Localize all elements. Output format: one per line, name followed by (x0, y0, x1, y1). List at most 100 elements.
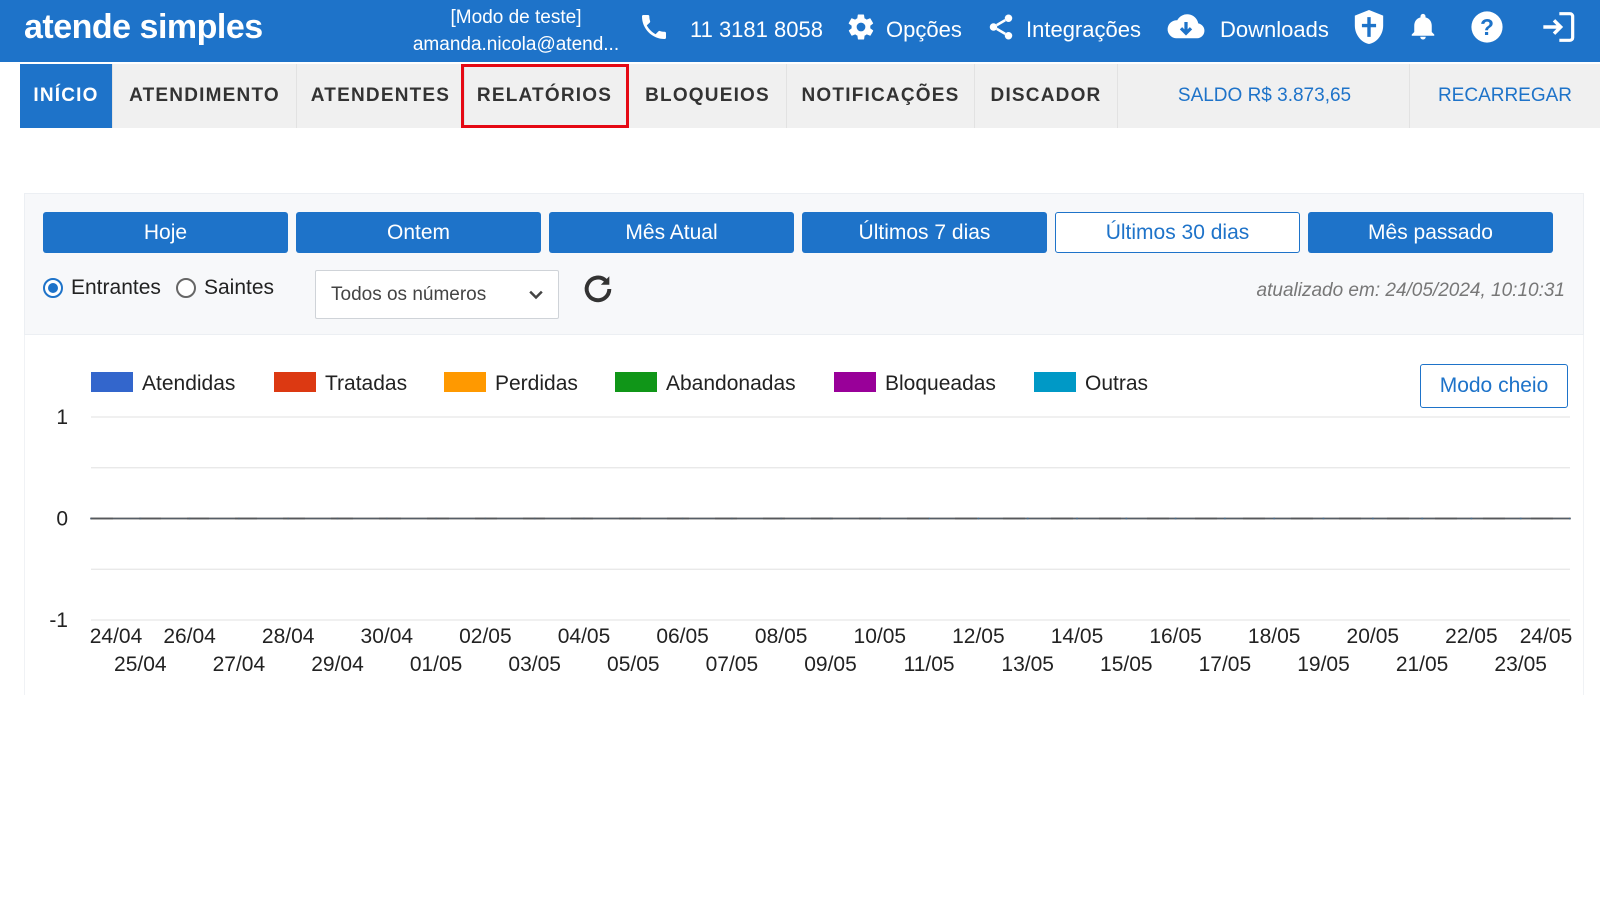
tab-atendentes[interactable]: ATENDENTES (297, 64, 465, 128)
number-select-value: Todos os números (331, 283, 487, 305)
data-point (1470, 517, 1473, 520)
security-button[interactable] (1352, 10, 1386, 50)
tab-notificacoes[interactable]: NOTIFICAÇÕES (787, 64, 975, 128)
legend-swatch (834, 372, 876, 392)
balance-link[interactable]: SALDO R$ 3.873,65 (1120, 64, 1410, 128)
data-point (1076, 517, 1078, 520)
period-today-button[interactable]: Hoje (43, 212, 288, 253)
tab-inicio[interactable]: INÍCIO (20, 64, 113, 128)
help-icon: ? (1470, 10, 1504, 50)
x-tick-label: 11/05 (904, 653, 955, 676)
x-tick-label: 02/05 (459, 625, 512, 648)
x-tick-label: 24/04 (90, 625, 143, 648)
legend-label: Perdidas (495, 372, 578, 395)
integrations-button[interactable]: Integrações (986, 10, 1141, 50)
x-tick-label: 05/05 (607, 653, 660, 676)
x-tick-label: 19/05 (1297, 653, 1350, 676)
downloads-button[interactable]: Downloads (1166, 10, 1329, 50)
x-tick-label: 09/05 (804, 653, 857, 676)
x-tick-label: 26/04 (163, 625, 216, 648)
data-point (1223, 517, 1226, 520)
legend-swatch (1034, 372, 1076, 392)
tab-discador[interactable]: DISCADOR (975, 64, 1118, 128)
svg-text:?: ? (1480, 14, 1494, 40)
cloud-download-icon (1166, 12, 1206, 48)
x-tick-label: 17/05 (1199, 653, 1252, 676)
phone-button[interactable]: 11 3181 8058 (638, 10, 823, 50)
main-nav: INÍCIO ATENDIMENTO ATENDENTES RELATÓRIOS… (20, 64, 1600, 128)
x-tick-label: 03/05 (508, 653, 561, 676)
legend-label: Tratadas (325, 372, 407, 395)
outgoing-radio-label: Saintes (204, 276, 275, 299)
refresh-button[interactable] (581, 272, 617, 308)
tab-atendimento[interactable]: ATENDIMENTO (113, 64, 297, 128)
incoming-radio-dot[interactable] (43, 278, 63, 298)
tab-bloqueios[interactable]: BLOQUEIOS (629, 64, 787, 128)
incoming-radio[interactable]: Entrantes (43, 276, 161, 300)
refresh-icon (581, 275, 615, 310)
x-tick-label: 04/05 (558, 625, 611, 648)
x-tick-label: 14/05 (1051, 625, 1104, 648)
tab-relatorios[interactable]: RELATÓRIOS (461, 64, 629, 128)
calls-chart: Atendidas Tratadas Perdidas Abandonadas Bloq… (49, 372, 1573, 676)
y-tick-label: -1 (49, 609, 68, 632)
x-tick-label: 21/05 (1396, 653, 1449, 676)
phone-number: 11 3181 8058 (690, 17, 823, 42)
shield-icon (1352, 8, 1386, 52)
x-tick-label: 16/05 (1149, 625, 1202, 648)
period-last-30-days-button[interactable]: Últimos 30 dias (1055, 212, 1300, 253)
gear-icon (846, 12, 876, 48)
legend-swatch (91, 372, 133, 392)
logout-button[interactable] (1540, 10, 1576, 50)
period-last-month-button[interactable]: Mês passado (1308, 212, 1553, 253)
number-select[interactable]: Todos os números (315, 270, 559, 319)
top-bar: atende simples [Modo de teste] amanda.ni… (0, 0, 1600, 62)
bell-icon (1408, 11, 1438, 49)
logo[interactable]: atende simples (24, 8, 263, 47)
x-tick-label: 08/05 (755, 625, 808, 648)
outgoing-radio-dot[interactable] (176, 278, 196, 298)
account-info: [Modo de teste] amanda.nicola@atend... (406, 4, 626, 58)
x-tick-label: 27/04 (213, 653, 266, 676)
x-tick-label: 30/04 (361, 625, 414, 648)
recharge-link[interactable]: RECARREGAR (1410, 64, 1600, 128)
data-point (1519, 517, 1522, 520)
legend-label: Abandonadas (666, 372, 796, 395)
x-tick-label: 29/04 (311, 653, 364, 676)
data-point (1273, 517, 1276, 520)
logout-icon (1540, 11, 1576, 49)
period-current-month-button[interactable]: Mês Atual (549, 212, 794, 253)
filters-panel: Hoje Ontem Mês Atual Últimos 7 dias Últi… (24, 193, 1584, 335)
outgoing-radio[interactable]: Saintes (176, 276, 274, 300)
legend-label: Outras (1085, 372, 1148, 395)
notifications-button[interactable] (1408, 10, 1438, 50)
user-email[interactable]: amanda.nicola@atend... (406, 31, 626, 58)
x-tick-label: 07/05 (706, 653, 759, 676)
x-tick-label: 15/05 (1100, 653, 1153, 676)
y-tick-label: 1 (56, 406, 68, 429)
x-tick-label: 23/05 (1494, 653, 1547, 676)
options-button[interactable]: Opções (846, 10, 962, 50)
x-tick-label: 10/05 (854, 625, 907, 648)
legend-swatch (615, 372, 657, 392)
test-mode-label: [Modo de teste] (450, 7, 582, 28)
x-tick-label: 06/05 (656, 625, 709, 648)
updated-at: atualizado em: 24/05/2024, 10:10:31 (1256, 280, 1565, 301)
incoming-radio-label: Entrantes (71, 276, 161, 299)
downloads-label: Downloads (1220, 17, 1329, 42)
legend-label: Atendidas (142, 372, 235, 395)
x-tick-label: 22/05 (1445, 625, 1498, 648)
x-tick-label: 24/05 (1520, 625, 1573, 648)
x-tick-label: 13/05 (1001, 653, 1054, 676)
period-yesterday-button[interactable]: Ontem (296, 212, 541, 253)
legend-swatch (274, 372, 316, 392)
options-label: Opções (886, 17, 962, 42)
period-last-7-days-button[interactable]: Últimos 7 dias (802, 212, 1047, 253)
data-point (1421, 517, 1424, 520)
phone-icon (638, 11, 670, 49)
data-point (1125, 517, 1128, 520)
help-button[interactable]: ? (1470, 10, 1504, 50)
data-point (1371, 517, 1374, 520)
y-tick-label: 0 (56, 508, 68, 531)
data-point (1026, 517, 1029, 520)
